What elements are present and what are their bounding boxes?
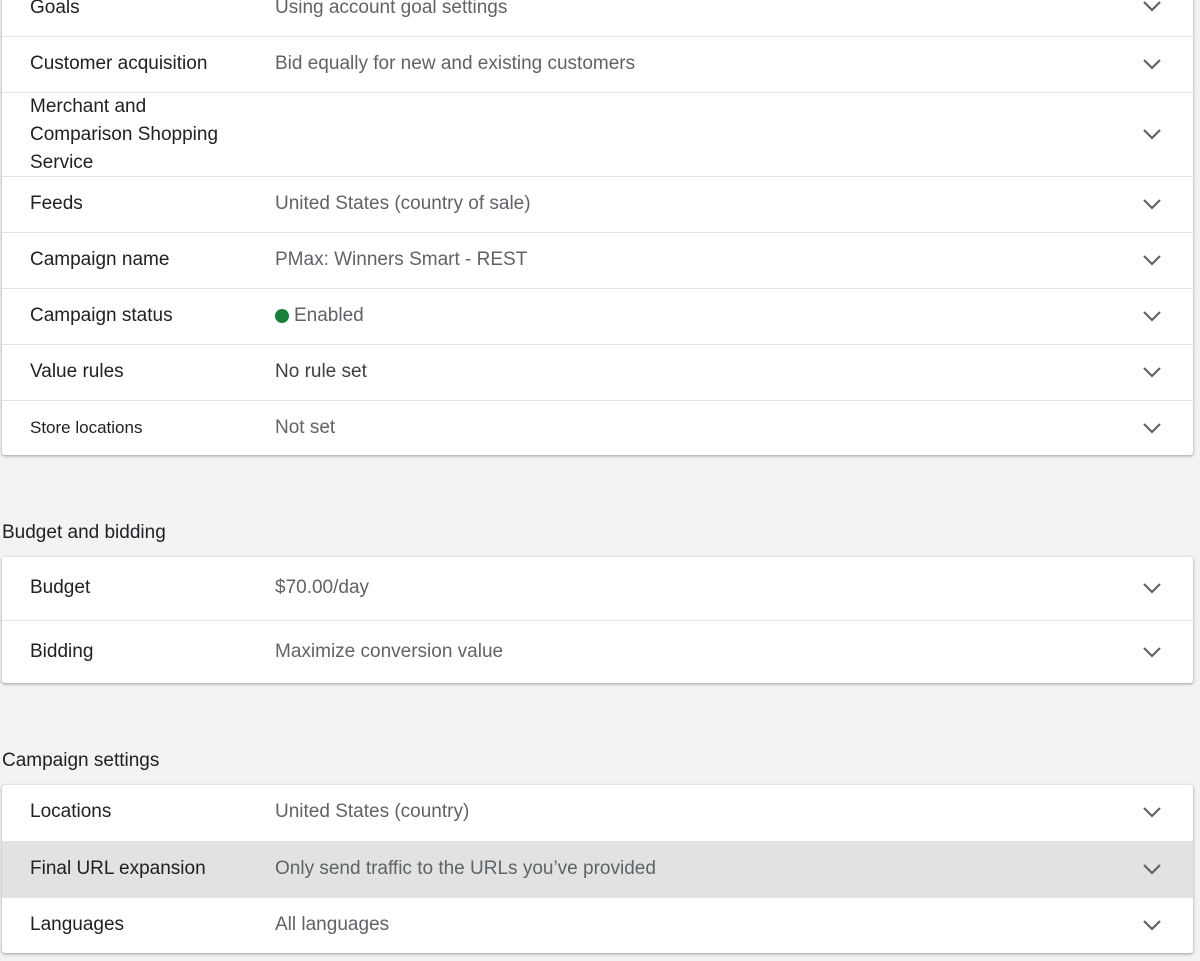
settings-row-customer-acquisition[interactable]: Customer acquisition Bid equally for new… (2, 36, 1193, 92)
settings-row-final-url-expansion[interactable]: Final URL expansion Only send traffic to… (2, 841, 1193, 897)
chevron-down-icon[interactable] (1142, 254, 1162, 266)
chevron-down-icon[interactable] (1142, 198, 1162, 210)
settings-row-goals[interactable]: Goals Using account goal settings (2, 0, 1193, 36)
chevron-down-icon[interactable] (1142, 128, 1162, 140)
row-value: Bid equally for new and existing custome… (275, 53, 636, 74)
row-label: Campaign name (30, 249, 170, 270)
row-label: Value rules (30, 361, 124, 382)
section-title-budget: Budget and bidding (2, 522, 166, 543)
settings-row-locations[interactable]: Locations United States (country) (2, 785, 1193, 841)
row-value: United States (country of sale) (275, 193, 531, 214)
chevron-down-icon[interactable] (1142, 310, 1162, 322)
settings-row-merchant[interactable]: Merchant and Comparison Shopping Service (2, 92, 1193, 176)
row-label: Languages (30, 914, 125, 935)
row-label: Bidding (30, 641, 94, 662)
settings-row-campaign-status[interactable]: Campaign status Enabled (2, 288, 1193, 344)
settings-row-feeds[interactable]: Feeds United States (country of sale) (2, 176, 1193, 232)
row-label: Budget (30, 577, 91, 598)
campaign-settings-card: Locations United States (country) Final … (2, 785, 1193, 953)
chevron-down-icon[interactable] (1142, 863, 1162, 875)
row-value: All languages (275, 914, 390, 935)
status-dot-icon (275, 309, 289, 323)
chevron-down-icon[interactable] (1142, 919, 1162, 931)
chevron-down-icon[interactable] (1142, 422, 1162, 434)
row-value: $70.00/day (275, 577, 370, 598)
settings-row-budget[interactable]: Budget $70.00/day (2, 557, 1193, 620)
row-label: Goals (30, 0, 80, 18)
row-label: Merchant and Comparison Shopping Service (30, 96, 219, 173)
settings-row-value-rules[interactable]: Value rules No rule set (2, 344, 1193, 400)
settings-row-store-locations[interactable]: Store locations Not set (2, 400, 1193, 455)
row-label: Campaign status (30, 305, 173, 326)
chevron-down-icon[interactable] (1142, 582, 1162, 594)
row-label: Locations (30, 801, 112, 822)
row-value: Using account goal settings (275, 0, 508, 18)
chevron-down-icon[interactable] (1142, 0, 1162, 12)
row-value: PMax: Winners Smart - REST (275, 249, 528, 270)
section-title-campaign-settings: Campaign settings (2, 750, 160, 771)
chevron-down-icon[interactable] (1142, 366, 1162, 378)
row-label: Feeds (30, 193, 83, 214)
row-label: Customer acquisition (30, 53, 208, 74)
row-value: No rule set (275, 361, 367, 382)
status-text: Enabled (294, 305, 364, 326)
row-value: Not set (275, 417, 336, 438)
row-value: United States (country) (275, 801, 470, 822)
budget-card: Budget $70.00/day Bidding Maximize conve… (2, 557, 1193, 683)
settings-row-campaign-name[interactable]: Campaign name PMax: Winners Smart - REST (2, 232, 1193, 288)
row-value: Maximize conversion value (275, 641, 504, 662)
row-label: Final URL expansion (30, 858, 206, 879)
settings-row-languages[interactable]: Languages All languages (2, 897, 1193, 953)
row-value: Enabled (275, 302, 364, 330)
chevron-down-icon[interactable] (1142, 58, 1162, 70)
chevron-down-icon[interactable] (1142, 646, 1162, 658)
general-settings-card: Goals Using account goal settings Custom… (2, 0, 1193, 455)
chevron-down-icon[interactable] (1142, 806, 1162, 818)
row-label: Store locations (30, 418, 143, 437)
row-value: Only send traffic to the URLs you’ve pro… (275, 858, 656, 879)
campaign-settings-page: Goals Using account goal settings Custom… (0, 0, 1200, 961)
settings-row-bidding[interactable]: Bidding Maximize conversion value (2, 620, 1193, 683)
